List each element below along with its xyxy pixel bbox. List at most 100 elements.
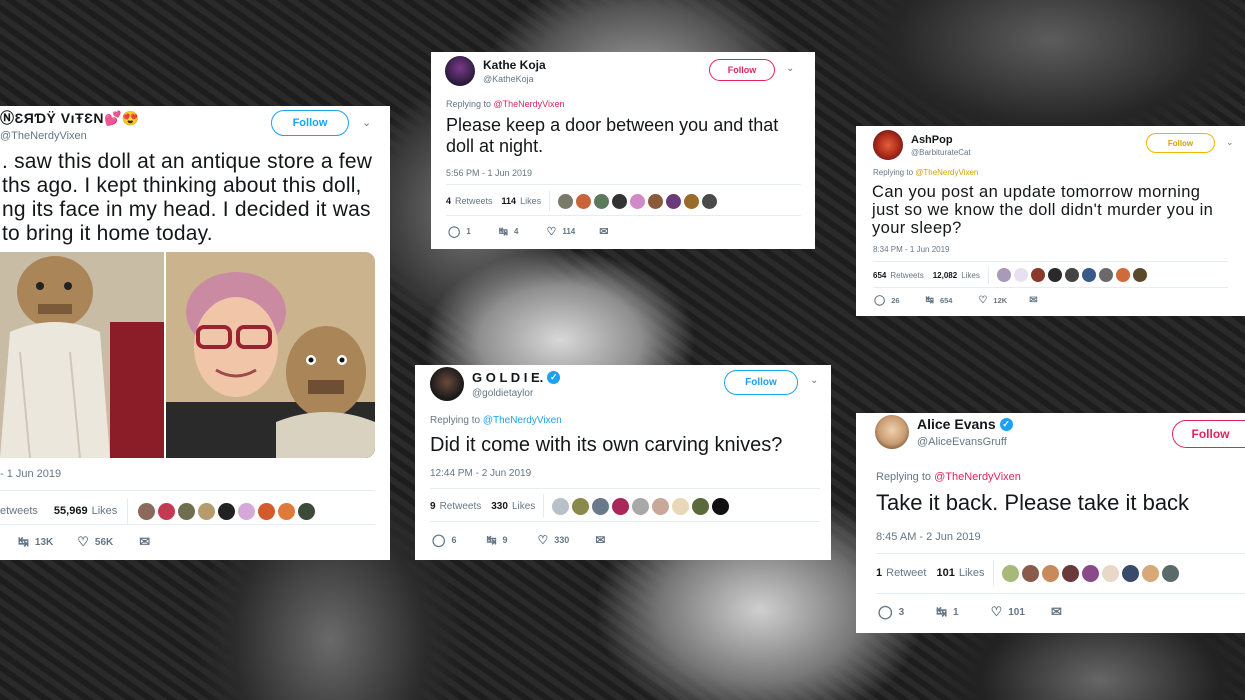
liker-avatar[interactable] (1013, 268, 1028, 282)
liker-avatar[interactable] (198, 502, 216, 520)
retweets-label[interactable]: Retweets (440, 501, 482, 512)
reply-mention-link[interactable]: @TheNerdyVixen (915, 168, 978, 177)
retweets-label[interactable]: Retweets (455, 196, 493, 206)
tweet-timestamp[interactable]: 8:34 PM - 1 Jun 2019 (873, 245, 950, 254)
liker-avatar[interactable] (996, 268, 1011, 282)
liker-avatar[interactable] (652, 497, 670, 515)
liker-avatar[interactable] (572, 497, 590, 515)
liker-avatar[interactable] (612, 193, 628, 209)
reply-button[interactable]: ◯ 1 (448, 225, 471, 238)
avatar[interactable] (873, 130, 903, 160)
liker-avatar[interactable] (1132, 268, 1147, 282)
like-button[interactable]: ♡ 56K (77, 534, 113, 550)
liker-avatar[interactable] (1161, 564, 1179, 582)
retweets-label[interactable]: Retweet (886, 567, 926, 579)
reply-button[interactable]: ◯ 3 (878, 604, 904, 620)
dm-button[interactable]: ✉ (595, 533, 611, 547)
reply-button[interactable]: ◯ 6 (432, 533, 456, 547)
follow-button[interactable]: Follow (724, 370, 798, 395)
follow-button[interactable]: Follow (1146, 133, 1215, 153)
liker-avatar[interactable] (1041, 564, 1059, 582)
liker-avatar[interactable] (632, 497, 650, 515)
liker-avatar[interactable] (552, 497, 570, 515)
author-name[interactable]: ⓃƐЯƊŸ VıŦƐΝ💕😍 (0, 108, 140, 128)
liker-avatar[interactable] (692, 497, 710, 515)
liker-avatar[interactable] (576, 193, 592, 209)
likes-count[interactable]: 55,969 (54, 505, 88, 517)
liker-avatars[interactable] (996, 268, 1150, 282)
tweet-photo-selfie[interactable] (166, 252, 375, 458)
liker-avatar[interactable] (1001, 564, 1019, 582)
like-button[interactable]: ♡ 101 (991, 604, 1025, 620)
like-button[interactable]: ♡ 114 (546, 225, 575, 238)
liker-avatar[interactable] (178, 502, 196, 520)
reply-mention-link[interactable]: @TheNerdyVixen (494, 99, 565, 109)
avatar[interactable] (875, 415, 909, 449)
retweet-button[interactable]: ↹ 13K (18, 534, 53, 550)
reply-mention-link[interactable]: @TheNerdyVixen (483, 415, 562, 426)
author-name[interactable]: G O L D I E. ✓ (472, 370, 561, 385)
liker-avatar[interactable] (672, 497, 690, 515)
retweets-label[interactable]: Retweets (890, 271, 923, 280)
liker-avatar[interactable] (218, 502, 236, 520)
liker-avatar[interactable] (666, 193, 682, 209)
liker-avatar[interactable] (298, 502, 316, 520)
follow-button[interactable]: Follow (271, 110, 349, 136)
retweets-count[interactable]: 4 (446, 196, 451, 206)
author-handle[interactable]: @TheNerdyVixen (0, 130, 140, 142)
dm-button[interactable]: ✉ (1029, 295, 1043, 306)
tweet-timestamp[interactable]: 8:45 AM - 2 Jun 2019 (876, 531, 981, 543)
retweets-count[interactable]: 654 (873, 271, 886, 280)
tweet-photo-doll[interactable] (0, 252, 164, 458)
liker-avatars[interactable] (558, 193, 720, 209)
avatar[interactable] (430, 367, 464, 401)
liker-avatar[interactable] (138, 502, 156, 520)
likes-label[interactable]: Likes (959, 567, 985, 579)
liker-avatar[interactable] (158, 502, 176, 520)
dm-button[interactable]: ✉ (599, 225, 614, 238)
liker-avatar[interactable] (630, 193, 646, 209)
likes-label[interactable]: Likes (961, 271, 980, 280)
retweet-button[interactable]: ↹ 654 (926, 295, 953, 306)
author-handle[interactable]: @AliceEvansGruff (917, 436, 1013, 448)
retweet-button[interactable]: ↹ 1 (936, 604, 958, 620)
dm-button[interactable]: ✉ (1051, 604, 1068, 620)
retweets-count[interactable]: 1 (876, 567, 882, 579)
like-button[interactable]: ♡ 330 (538, 533, 570, 547)
likes-label[interactable]: Likes (520, 196, 541, 206)
liker-avatar[interactable] (1081, 268, 1096, 282)
author-name[interactable]: AshPop (911, 134, 971, 146)
liker-avatar[interactable] (1047, 268, 1062, 282)
author-name[interactable]: Kathe Koja (483, 58, 546, 72)
like-button[interactable]: ♡ 12K (978, 295, 1007, 306)
liker-avatar[interactable] (1021, 564, 1039, 582)
reply-mention-link[interactable]: @TheNerdyVixen (934, 471, 1021, 483)
liker-avatar[interactable] (594, 193, 610, 209)
liker-avatar[interactable] (238, 502, 256, 520)
tweet-timestamp[interactable]: 5:56 PM - 1 Jun 2019 (446, 168, 532, 178)
liker-avatar[interactable] (558, 193, 574, 209)
likes-label[interactable]: Likes (92, 505, 118, 517)
retweet-button[interactable]: ↹ 9 (486, 533, 507, 547)
follow-button[interactable]: Follow (1172, 420, 1245, 448)
liker-avatar[interactable] (1121, 564, 1139, 582)
author-name[interactable]: Alice Evans ✓ (917, 416, 1013, 432)
dm-button[interactable]: ✉ (139, 534, 156, 550)
liker-avatars[interactable] (1001, 564, 1182, 582)
liker-avatar[interactable] (258, 502, 276, 520)
liker-avatar[interactable] (648, 193, 664, 209)
retweets-label[interactable]: etweets (0, 505, 38, 517)
likes-count[interactable]: 330 (491, 501, 508, 512)
liker-avatar[interactable] (712, 497, 730, 515)
liker-avatar[interactable] (702, 193, 718, 209)
chevron-down-icon[interactable]: ⌄ (362, 116, 371, 129)
tweet-timestamp[interactable]: 12:44 PM - 2 Jun 2019 (430, 468, 531, 479)
liker-avatar[interactable] (1115, 268, 1130, 282)
author-handle[interactable]: @BarbiturateCat (911, 148, 971, 157)
likes-count[interactable]: 12,082 (933, 271, 957, 280)
chevron-down-icon[interactable]: ⌄ (1226, 137, 1234, 148)
author-handle[interactable]: @goldietaylor (472, 388, 560, 399)
retweets-count[interactable]: 9 (430, 501, 436, 512)
follow-button[interactable]: Follow (709, 59, 775, 81)
avatar[interactable] (445, 56, 475, 86)
